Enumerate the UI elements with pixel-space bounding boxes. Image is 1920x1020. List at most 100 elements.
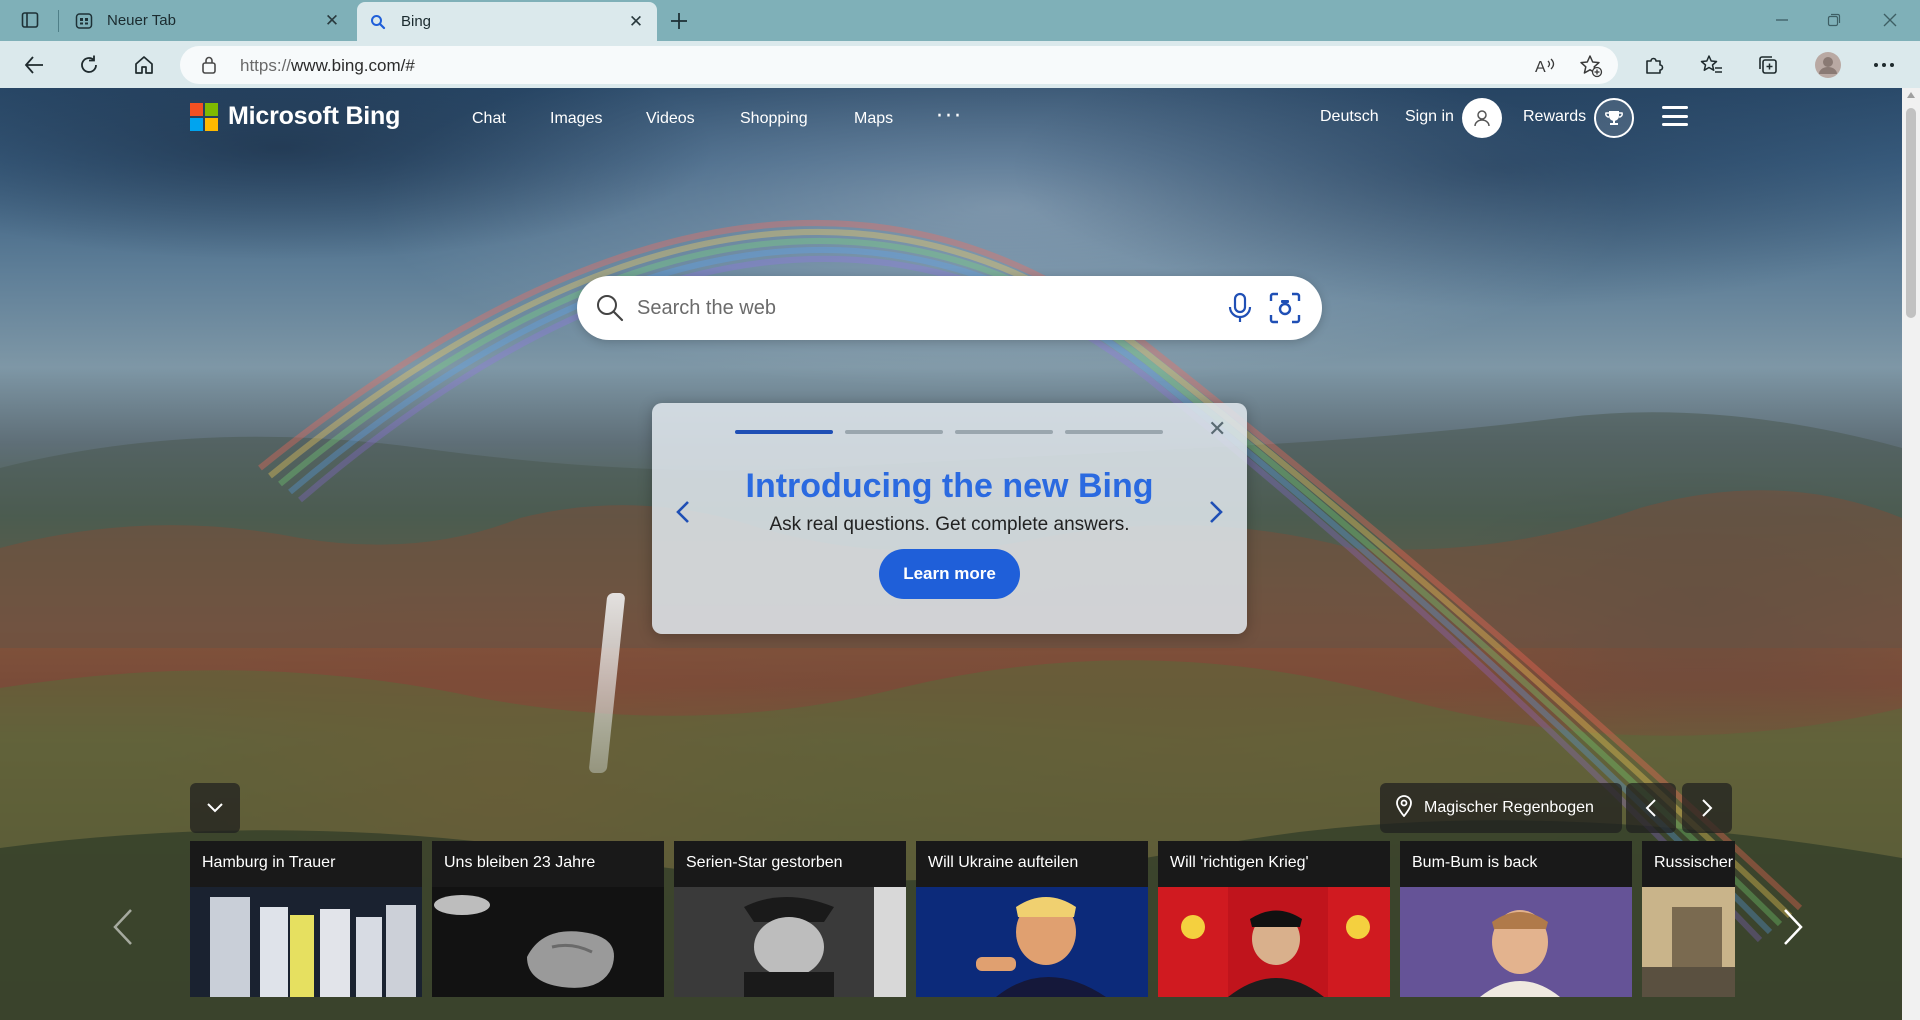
promo-card: ✕ Introducing the new Bing Ask real ques…: [652, 403, 1247, 634]
hamburger-menu-icon[interactable]: [1662, 106, 1688, 126]
settings-more-button[interactable]: [1866, 47, 1902, 83]
add-favorite-icon[interactable]: [1578, 53, 1604, 79]
tab-strip: Neuer Tab ✕ Bing ✕: [0, 0, 1920, 41]
carousel-indicator[interactable]: [1065, 430, 1163, 434]
rewards-trophy-button[interactable]: [1594, 98, 1634, 138]
tab-actions-icon: [21, 12, 39, 28]
plus-icon: [671, 13, 687, 29]
refresh-icon: [81, 55, 97, 73]
sign-in-link[interactable]: Sign in: [1405, 108, 1454, 126]
back-button[interactable]: [16, 47, 52, 83]
restore-button[interactable]: [1814, 4, 1854, 36]
news-headline: Hamburg in Trauer: [190, 841, 422, 887]
nav-images[interactable]: Images: [550, 110, 602, 128]
new-tab-button[interactable]: [664, 6, 694, 36]
promo-next-chevron-icon[interactable]: [1207, 499, 1225, 529]
news-thumbnail: [190, 887, 422, 997]
news-card[interactable]: Russischer: [1642, 841, 1735, 997]
restore-icon: [1827, 13, 1841, 27]
close-tab-icon[interactable]: ✕: [625, 11, 647, 33]
favorites-button[interactable]: [1694, 47, 1730, 83]
news-headline: Bum-Bum is back: [1400, 841, 1632, 887]
sign-in-avatar[interactable]: [1462, 98, 1502, 138]
image-location-label: Magischer Regenbogen: [1424, 799, 1594, 816]
news-thumbnail: [1642, 887, 1735, 997]
news-card[interactable]: Uns bleiben 23 Jahre: [432, 841, 664, 997]
next-image-button[interactable]: [1682, 783, 1732, 833]
search-input[interactable]: [637, 290, 1177, 326]
news-card[interactable]: Serien-Star gestorben: [674, 841, 906, 997]
news-thumbnail: [1400, 887, 1632, 997]
news-card[interactable]: Hamburg in Trauer: [190, 841, 422, 997]
puzzle-icon: [1646, 57, 1664, 74]
bing-homepage: Microsoft Bing Chat Images Videos Shoppi…: [0, 88, 1902, 1020]
search-icon[interactable]: [595, 293, 625, 327]
news-prev-chevron-icon[interactable]: [112, 908, 134, 950]
news-thumbnail: [674, 887, 906, 997]
home-button[interactable]: [126, 47, 162, 83]
extensions-button[interactable]: [1636, 47, 1672, 83]
collections-icon: [1759, 56, 1777, 74]
carousel-indicator[interactable]: [735, 430, 833, 434]
collections-button[interactable]: [1750, 47, 1786, 83]
trophy-icon: [1605, 111, 1623, 125]
close-icon: [1883, 13, 1897, 27]
tab-separator: [58, 10, 59, 32]
url-scheme: https://: [240, 56, 292, 75]
favorites-star-icon: [1700, 55, 1722, 73]
visual-search-camera-icon[interactable]: [1269, 292, 1301, 328]
close-window-button[interactable]: [1870, 4, 1910, 36]
language-link[interactable]: Deutsch: [1320, 108, 1379, 126]
chevron-down-icon: [207, 803, 223, 813]
bing-logo[interactable]: Microsoft Bing: [190, 102, 400, 131]
collapse-feed-button[interactable]: [190, 783, 240, 833]
search-box: [577, 276, 1322, 340]
rewards-link[interactable]: Rewards: [1523, 108, 1586, 126]
learn-more-button[interactable]: Learn more: [879, 549, 1020, 599]
profile-button[interactable]: [1810, 47, 1846, 83]
read-aloud-icon[interactable]: A: [1532, 53, 1558, 79]
news-card[interactable]: Bum-Bum is back: [1400, 841, 1632, 997]
address-bar[interactable]: https://www.bing.com/# A: [180, 46, 1618, 84]
nav-shopping[interactable]: Shopping: [740, 110, 808, 128]
newtab-icon: [75, 12, 93, 30]
url-host: www.bing.com/#: [291, 56, 415, 75]
lock-icon[interactable]: [200, 55, 218, 79]
page-scrollbar[interactable]: [1902, 88, 1920, 1020]
refresh-button[interactable]: [71, 47, 107, 83]
carousel-indicators: [735, 430, 1163, 434]
tab-actions-button[interactable]: [10, 6, 50, 34]
tab-title: Neuer Tab: [107, 12, 176, 29]
image-info-button[interactable]: Magischer Regenbogen: [1380, 783, 1622, 833]
chevron-left-icon: [1645, 799, 1656, 817]
location-pin-icon: [1396, 794, 1412, 822]
tab-bing[interactable]: Bing ✕: [357, 2, 657, 41]
news-thumbnail: [432, 887, 664, 997]
profile-avatar-icon: [1815, 52, 1841, 78]
nav-chat[interactable]: Chat: [472, 110, 506, 128]
nav-more-menu[interactable]: ···: [936, 104, 963, 129]
news-card[interactable]: Will 'richtigen Krieg': [1158, 841, 1390, 997]
news-thumbnail: [916, 887, 1148, 997]
news-carousel: Hamburg in Trauer Uns bleiben 23 Jahre S…: [190, 841, 1735, 1001]
url-text[interactable]: https://www.bing.com/#: [240, 56, 415, 76]
close-tab-icon[interactable]: ✕: [321, 10, 343, 32]
news-card[interactable]: Will Ukraine aufteilen: [916, 841, 1148, 997]
minimize-button[interactable]: [1762, 4, 1802, 36]
news-thumbnail: [1158, 887, 1390, 997]
microphone-icon[interactable]: [1227, 292, 1253, 328]
carousel-indicator[interactable]: [955, 430, 1053, 434]
microsoft-logo-icon: [190, 102, 218, 131]
scrollbar-thumb[interactable]: [1906, 108, 1916, 318]
scroll-up-arrow-icon[interactable]: [1907, 92, 1915, 98]
tab-title: Bing: [401, 13, 432, 30]
tab-neuer-tab[interactable]: Neuer Tab ✕: [63, 0, 353, 41]
previous-image-button[interactable]: [1626, 783, 1676, 833]
logo-text: Microsoft Bing: [228, 102, 401, 130]
close-promo-icon[interactable]: ✕: [1208, 417, 1226, 442]
news-next-chevron-icon[interactable]: [1782, 908, 1804, 950]
carousel-indicator[interactable]: [845, 430, 943, 434]
ellipsis-icon: [1874, 63, 1894, 67]
nav-videos[interactable]: Videos: [646, 110, 695, 128]
nav-maps[interactable]: Maps: [854, 110, 893, 128]
